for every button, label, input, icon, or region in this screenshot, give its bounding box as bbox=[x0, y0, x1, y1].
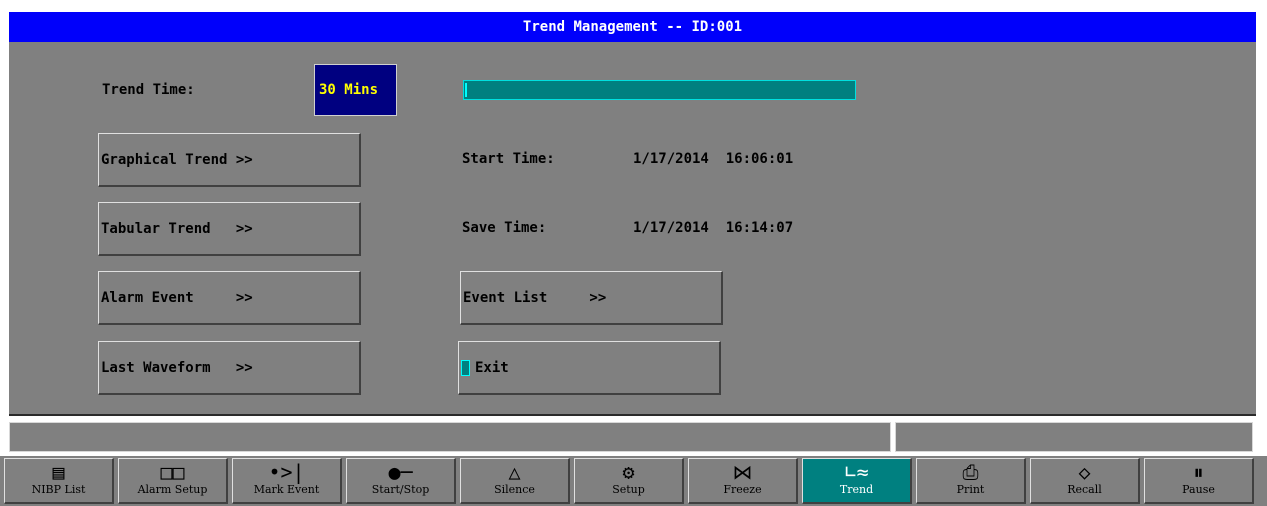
trend-time-select[interactable]: 30 Mins bbox=[314, 64, 397, 116]
status-bar-right bbox=[895, 422, 1253, 452]
toolbar-label: Setup bbox=[612, 483, 645, 496]
toolbar-label: Recall bbox=[1067, 483, 1102, 496]
toolbar-label: NIBP List bbox=[31, 483, 86, 496]
toolbar-label: Start/Stop bbox=[371, 483, 430, 496]
book-icon: □□ bbox=[160, 460, 185, 484]
print-icon: ⎙ bbox=[962, 460, 979, 484]
alarm-event-button[interactable]: Alarm Event >> bbox=[98, 271, 361, 325]
event-list-button[interactable]: Event List >> bbox=[460, 271, 723, 325]
trend-time-label: Trend Time: bbox=[102, 82, 195, 98]
trend-time-progress-bar bbox=[463, 80, 856, 100]
toolbar-label: Trend bbox=[839, 483, 874, 496]
toolbar-label: Pause bbox=[1182, 483, 1215, 496]
mark-arrow-icon: •>| bbox=[268, 460, 305, 484]
last-waveform-label: Last Waveform >> bbox=[101, 359, 253, 376]
progress-cursor bbox=[465, 83, 467, 97]
toolbar-label: Alarm Setup bbox=[137, 483, 208, 496]
recall-button[interactable]: ◇ Recall bbox=[1030, 458, 1140, 504]
toolbar-label: Print bbox=[956, 483, 985, 496]
freeze-icon: ⋈ bbox=[732, 460, 753, 484]
mark-event-button[interactable]: •>| Mark Event bbox=[232, 458, 342, 504]
save-time-label: Save Time: bbox=[462, 220, 547, 236]
status-bar-left bbox=[9, 422, 891, 452]
alarm-event-label: Alarm Event >> bbox=[101, 289, 253, 306]
tabular-trend-button[interactable]: Tabular Trend >> bbox=[98, 202, 361, 256]
setup-button[interactable]: ⚙ Setup bbox=[574, 458, 684, 504]
exit-content: Exit bbox=[461, 359, 509, 376]
exit-button[interactable]: Exit bbox=[458, 341, 721, 395]
graphical-trend-button[interactable]: Graphical Trend >> bbox=[98, 133, 361, 187]
print-button[interactable]: ⎙ Print bbox=[916, 458, 1026, 504]
last-waveform-button[interactable]: Last Waveform >> bbox=[98, 341, 361, 395]
list-icon: ▤ bbox=[52, 460, 65, 484]
graphical-trend-label: Graphical Trend >> bbox=[101, 151, 253, 168]
toolbar-label: Silence bbox=[494, 483, 535, 496]
save-time-value: 1/17/2014 16:14:07 bbox=[633, 220, 794, 236]
start-stop-button[interactable]: ●─ Start/Stop bbox=[346, 458, 456, 504]
cuff-icon: ●─ bbox=[388, 460, 413, 484]
window-title: Trend Management -- ID:001 bbox=[9, 12, 1256, 42]
start-time-value: 1/17/2014 16:06:01 bbox=[633, 151, 794, 167]
start-time-label: Start Time: bbox=[462, 151, 555, 167]
bottom-toolbar: ▤ NIBP List □□ Alarm Setup •>| Mark Even… bbox=[0, 456, 1267, 506]
focus-cursor-icon bbox=[461, 359, 470, 376]
nibp-list-button[interactable]: ▤ NIBP List bbox=[4, 458, 114, 504]
event-list-label: Event List >> bbox=[463, 289, 607, 306]
alarm-setup-button[interactable]: □□ Alarm Setup bbox=[118, 458, 228, 504]
toolbar-label: Freeze bbox=[723, 483, 762, 496]
trend-management-panel: Trend Time: 30 Mins Graphical Trend >> T… bbox=[9, 42, 1256, 416]
trend-button[interactable]: ∟≈ Trend bbox=[802, 458, 912, 504]
silence-button[interactable]: △ Silence bbox=[460, 458, 570, 504]
exit-label: Exit bbox=[475, 359, 509, 376]
recall-icon: ◇ bbox=[1078, 460, 1091, 484]
bell-icon: △ bbox=[508, 460, 521, 484]
freeze-button[interactable]: ⋈ Freeze bbox=[688, 458, 798, 504]
toolbar-label: Mark Event bbox=[253, 483, 320, 496]
tabular-trend-label: Tabular Trend >> bbox=[101, 220, 253, 237]
pause-icon: ⏸ bbox=[1193, 460, 1204, 484]
trend-icon: ∟≈ bbox=[844, 460, 869, 484]
gear-icon: ⚙ bbox=[622, 460, 635, 484]
pause-button[interactable]: ⏸ Pause bbox=[1144, 458, 1254, 504]
